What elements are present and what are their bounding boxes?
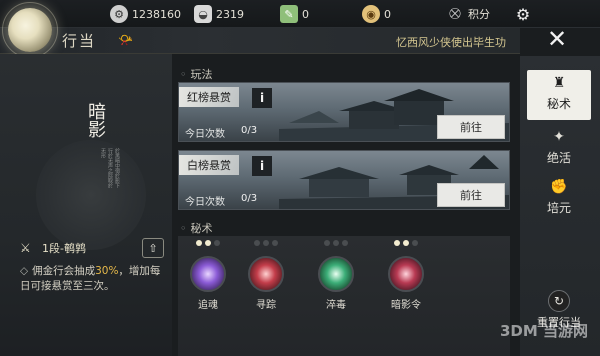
green-orb-icon (318, 256, 354, 292)
rank-description: ◇ 佣金行会抽成30%，增加每日可接悬赏至三次。 (20, 264, 166, 294)
red-orb-icon (248, 256, 284, 292)
fist-icon: ✊ (550, 179, 568, 195)
crimson-orb-icon (388, 256, 424, 292)
site-watermark: 3DM 当游网 (500, 322, 589, 340)
currency-value: 1238160 (132, 7, 181, 21)
bullet-icon: ◇ (20, 265, 29, 277)
count-value: 0/3 (241, 193, 258, 204)
points-button[interactable]: ⛒ 积分 (446, 4, 490, 24)
info-button[interactable]: i (252, 156, 272, 176)
count-label: 今日次数 (185, 129, 225, 140)
skill-zhuihun[interactable]: 追魂 (182, 240, 234, 311)
profession-name: 暗影 (85, 102, 106, 138)
skill-label: 追魂 (198, 300, 218, 311)
currency-purse: ◉ 0 (362, 4, 391, 24)
skill-anyingling[interactable]: 暗影令 (380, 240, 432, 311)
bounty-card-white[interactable]: 白榜悬赏 i 今日次数 0/3 前往 (178, 150, 510, 210)
skill-label: 寻踪 (256, 300, 276, 311)
currency-ingot: ◒ 2319 (194, 4, 244, 24)
go-button[interactable]: 前往 (437, 183, 505, 207)
rank-display: ⚔ 1段-鹌鹑 (20, 240, 86, 256)
profession-motto: 於黑暗中宿於影下行於无声之际取於无形 (100, 148, 120, 188)
go-button[interactable]: 前往 (437, 115, 505, 139)
profession-panel (0, 54, 172, 356)
points-label: 积分 (468, 8, 490, 21)
desc-prefix: 佣金行会抽成 (32, 265, 96, 277)
tab-mishu[interactable]: ♜ 秘术 (527, 70, 591, 120)
skill-level-pips (310, 240, 362, 248)
gear-icon: ⚙ (515, 4, 531, 24)
currency-value: 0 (302, 7, 309, 21)
skill-label: 淬毒 (326, 300, 346, 311)
gear-coin-icon: ⚙ (110, 5, 128, 23)
rank-label: 1段-鹌鹑 (42, 242, 86, 255)
section-play-label: ◦ 玩法 (180, 68, 213, 81)
info-icon: i (259, 91, 265, 105)
tab-juehuo[interactable]: ✦ 绝活 (527, 124, 591, 174)
moon-emblem-icon (8, 8, 52, 52)
skill-level-pips (240, 240, 292, 248)
horn-icon: 📯 (118, 33, 133, 47)
arrow-up-icon: ⇧ (148, 241, 158, 255)
info-icon: i (259, 159, 265, 173)
skill-label: 暗影令 (391, 300, 421, 311)
currency-bar: ⚙ 1238160 ◒ 2319 ✎ 0 ◉ 0 ⛒ 积分 ⚙ (0, 0, 600, 28)
settings-button[interactable]: ⚙ (514, 4, 536, 24)
section-secret-label: ◦ 秘术 (180, 222, 213, 235)
tab-label: 绝活 (546, 151, 571, 165)
dagger-icon: ♜ (552, 75, 566, 91)
leaf-icon: ✎ (280, 5, 298, 23)
section-dot-icon: ◦ (180, 222, 187, 235)
crossed-blades-icon: ⚔ (20, 241, 31, 255)
tab-peiyuan[interactable]: ✊ 培元 (527, 174, 591, 224)
sparkle-icon: ✦ (553, 129, 565, 145)
skill-xunzong[interactable]: 寻踪 (240, 240, 292, 311)
count-value: 0/3 (241, 125, 258, 136)
info-button[interactable]: i (252, 88, 272, 108)
close-button[interactable]: ✕ (540, 22, 574, 56)
purse-icon: ◉ (362, 5, 380, 23)
tab-label: 秘术 (546, 97, 571, 111)
page-title: 行当 (62, 32, 97, 50)
close-icon: ✕ (546, 25, 568, 53)
currency-leaf: ✎ 0 (280, 4, 309, 24)
skill-cuidu[interactable]: 淬毒 (310, 240, 362, 311)
skill-level-pips (380, 240, 432, 248)
currency-gear: ⚙ 1238160 (110, 4, 181, 24)
points-icon: ⛒ (449, 7, 461, 20)
broadcast-notice: 忆西风少侠使出毕生功 (396, 36, 506, 49)
tab-label: 培元 (546, 201, 571, 215)
currency-value: 0 (384, 7, 391, 21)
bounty-card-red[interactable]: 红榜悬赏 i 今日次数 0/3 前往 (178, 82, 510, 142)
purple-orb-icon (190, 256, 226, 292)
bounty-name: 红榜悬赏 (179, 87, 239, 107)
section-dot-icon: ◦ (180, 68, 187, 81)
bounty-name: 白榜悬赏 (179, 155, 239, 175)
desc-highlight: 30% (95, 265, 119, 277)
refresh-icon: ↻ (548, 290, 570, 312)
skill-level-pips (182, 240, 234, 248)
count-label: 今日次数 (185, 197, 225, 208)
ingot-icon: ◒ (194, 5, 212, 23)
rank-up-button[interactable]: ⇧ (142, 238, 164, 258)
currency-value: 2319 (216, 7, 244, 21)
